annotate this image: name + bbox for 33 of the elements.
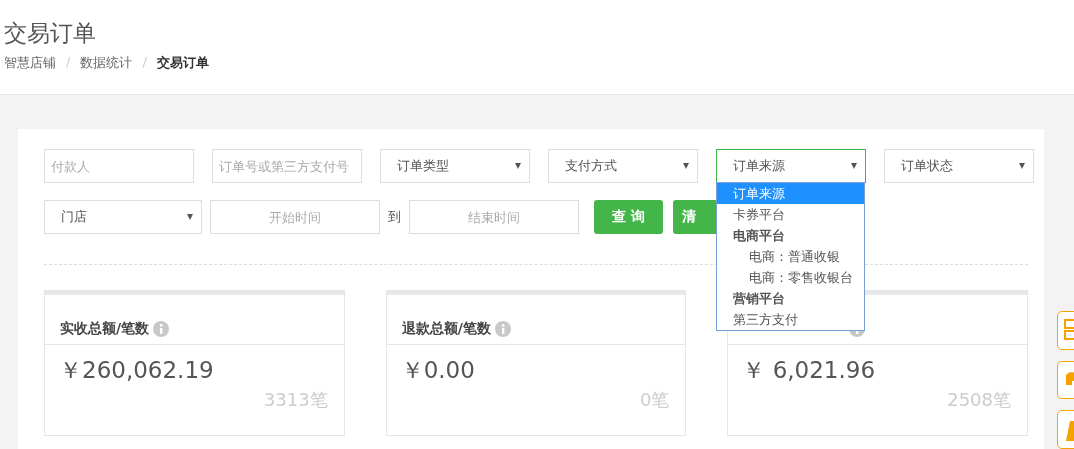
date-field[interactable]: 开始时间: [210, 200, 380, 234]
dropdown-option[interactable]: 电商：零售收银台: [717, 267, 864, 288]
info-icon[interactable]: [494, 321, 511, 337]
date-field[interactable]: 结束时间: [409, 200, 579, 234]
grid-icon: [1064, 319, 1074, 342]
dropdown-option[interactable]: 电商：普通收银: [717, 246, 864, 267]
dropdown-option[interactable]: 第三方支付: [717, 309, 864, 330]
input-field[interactable]: 订单号或第三方支付号: [212, 149, 362, 183]
breadcrumb-item[interactable]: 数据统计: [80, 54, 133, 72]
caret-icon: [1019, 163, 1025, 169]
caret-icon: [851, 163, 857, 169]
dropdown-option[interactable]: 营销平台: [717, 288, 864, 309]
page-title: 交易订单: [4, 19, 97, 48]
caret-icon: [515, 163, 521, 169]
select-field[interactable]: 支付方式: [548, 149, 698, 183]
stat-amount: ￥ 6,021.96: [742, 356, 877, 385]
info-icon[interactable]: [153, 321, 170, 337]
breadcrumb-separator: /: [142, 54, 147, 71]
select-field[interactable]: 订单类型: [380, 149, 530, 183]
stat-title: 实收总额/笔数: [60, 320, 150, 338]
breadcrumb-separator: /: [66, 54, 71, 71]
stat-title: 退款总额/笔数: [401, 320, 491, 338]
select-field[interactable]: 订单来源: [716, 149, 866, 183]
stat-amount: ￥0.00: [400, 356, 476, 385]
caret-icon: [187, 214, 193, 220]
input-field[interactable]: 付款人: [44, 149, 194, 183]
breadcrumb-item[interactable]: 智慧店铺: [4, 54, 56, 72]
stat-amount: ￥260,062.19: [59, 356, 215, 385]
select-field[interactable]: 门店: [44, 200, 202, 234]
breadcrumb-item: 交易订单: [156, 54, 209, 72]
range-label: 到: [388, 208, 401, 226]
select-field[interactable]: 订单状态: [884, 149, 1034, 183]
caret-icon: [683, 163, 689, 169]
